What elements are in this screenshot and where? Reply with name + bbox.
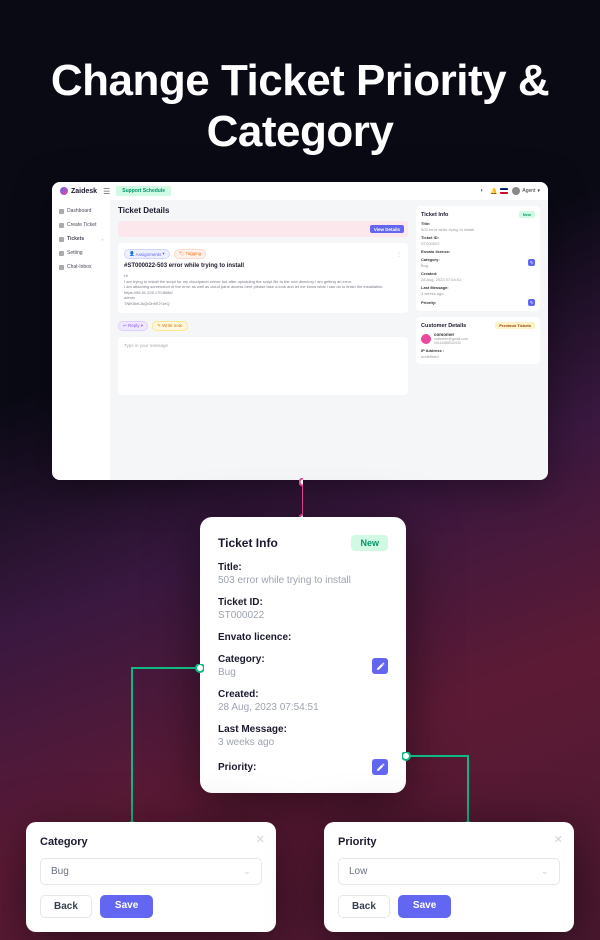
detail-title: Ticket Info bbox=[218, 536, 278, 550]
reply-button[interactable]: ↩ Reply ▾ bbox=[118, 321, 148, 331]
status-badge: New bbox=[519, 211, 535, 218]
ticket-card: 👤 Assignments ▾ 🏷 Tagging ⋮ #ST000022-50… bbox=[118, 243, 408, 313]
more-icon[interactable]: ⋮ bbox=[396, 251, 402, 258]
close-icon[interactable]: ✕ bbox=[256, 833, 265, 846]
page-title: Ticket Details bbox=[118, 206, 408, 215]
save-button[interactable]: Save bbox=[398, 895, 451, 918]
view-details-button[interactable]: View Details bbox=[370, 225, 404, 233]
category-modal: ✕ Category Bug⌄ Back Save bbox=[26, 822, 276, 932]
write-note-button[interactable]: ✎ Write note bbox=[152, 321, 187, 331]
chevron-down-icon: ⌄ bbox=[541, 866, 549, 877]
hero-title: Change Ticket Priority & Category bbox=[0, 0, 600, 187]
chevron-right-icon: › bbox=[102, 237, 103, 242]
agent-menu[interactable]: Agent ▾ bbox=[512, 187, 540, 195]
close-icon[interactable]: ✕ bbox=[554, 833, 563, 846]
cust-title: Customer Details bbox=[421, 323, 466, 329]
priority-modal: ✕ Priority Low⌄ Back Save bbox=[324, 822, 574, 932]
sidebar-item-setting[interactable]: Setting bbox=[56, 248, 106, 258]
ticket-body: Hi I am trying to install the script for… bbox=[124, 273, 402, 307]
dashboard-icon bbox=[59, 209, 64, 214]
sidebar-item-chat[interactable]: Chat-Inbox bbox=[56, 262, 106, 272]
tagging-chip[interactable]: 🏷 Tagging bbox=[174, 249, 207, 259]
avatar bbox=[512, 187, 520, 195]
logo[interactable]: Zaidesk bbox=[60, 187, 97, 195]
hamburger-icon[interactable]: ☰ bbox=[103, 187, 110, 196]
flag-icon[interactable] bbox=[500, 188, 508, 194]
assignments-chip[interactable]: 👤 Assignments ▾ bbox=[124, 249, 170, 259]
chevron-down-icon: ▾ bbox=[537, 188, 540, 194]
edit-category-icon[interactable]: ✎ bbox=[528, 259, 535, 266]
chat-icon bbox=[59, 265, 64, 270]
bell-icon[interactable]: 🔔 bbox=[490, 188, 496, 194]
tickets-icon bbox=[59, 237, 64, 242]
customer-avatar bbox=[421, 334, 431, 344]
sidebar-item-create-ticket[interactable]: Create Ticket bbox=[56, 220, 106, 230]
modal-title: Priority bbox=[338, 836, 560, 848]
ticket-info-mini-panel: Ticket InfoNew Title:503 error while try… bbox=[416, 206, 540, 311]
ticket-title: #ST000022-503 error while trying to inst… bbox=[124, 263, 402, 269]
status-badge: New bbox=[351, 535, 388, 551]
edit-priority-button[interactable] bbox=[372, 759, 388, 775]
connector-category bbox=[128, 664, 204, 832]
theme-icon[interactable]: ◐ bbox=[480, 188, 486, 194]
sidebar: Dashboard Create Ticket Tickets› Setting… bbox=[52, 200, 110, 480]
priority-select[interactable]: Low⌄ bbox=[338, 858, 560, 885]
back-button[interactable]: Back bbox=[338, 895, 390, 918]
ticket-info-detail-card: Ticket Info New Title:503 error while tr… bbox=[200, 517, 406, 793]
previous-tickets-button[interactable]: Previous Tickets bbox=[495, 322, 535, 329]
save-button[interactable]: Save bbox=[100, 895, 153, 918]
connector-top bbox=[299, 478, 303, 518]
gear-icon bbox=[59, 251, 64, 256]
create-icon bbox=[59, 223, 64, 228]
logo-text: Zaidesk bbox=[71, 188, 97, 195]
modal-title: Category bbox=[40, 836, 262, 848]
edit-priority-icon[interactable]: ✎ bbox=[528, 299, 535, 306]
back-button[interactable]: Back bbox=[40, 895, 92, 918]
chevron-down-icon: ⌄ bbox=[243, 866, 251, 877]
mini-title: Ticket Info bbox=[421, 212, 448, 218]
app-window: Zaidesk ☰ Support Schedule ◐ 🔔 Agent ▾ D… bbox=[52, 182, 548, 480]
compose-area[interactable]: Type in your message bbox=[118, 337, 408, 395]
connector-priority bbox=[402, 752, 472, 832]
support-schedule-button[interactable]: Support Schedule bbox=[116, 186, 171, 196]
alert-box: View Details bbox=[118, 221, 408, 237]
customer-details-panel: Customer DetailsPrevious Tickets comomer… bbox=[416, 317, 540, 364]
edit-category-button[interactable] bbox=[372, 658, 388, 674]
logo-icon bbox=[60, 187, 68, 195]
app-topbar: Zaidesk ☰ Support Schedule ◐ 🔔 Agent ▾ bbox=[52, 182, 548, 200]
compose-placeholder: Type in your message bbox=[124, 343, 402, 348]
sidebar-item-dashboard[interactable]: Dashboard bbox=[56, 206, 106, 216]
category-select[interactable]: Bug⌄ bbox=[40, 858, 262, 885]
sidebar-item-tickets[interactable]: Tickets› bbox=[56, 234, 106, 244]
